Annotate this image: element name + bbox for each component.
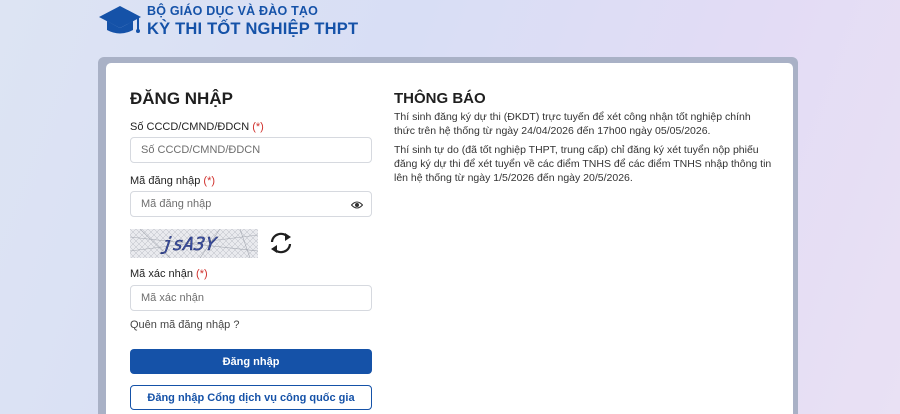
login-title: ĐĂNG NHẬP xyxy=(130,89,233,108)
forgot-password-link[interactable]: Quên mã đăng nhập ? xyxy=(130,319,239,331)
captcha-label: Mã xác nhận (*) xyxy=(130,268,208,280)
id-label: Số CCCD/CMND/ĐDCN (*) xyxy=(130,121,264,133)
refresh-captcha-icon[interactable] xyxy=(268,231,294,255)
main-card: ĐĂNG NHẬP Số CCCD/CMND/ĐDCN (*) Mã đăng … xyxy=(106,63,793,414)
national-portal-login-button[interactable]: Đăng nhập Cổng dịch vụ công quốc gia xyxy=(130,385,372,410)
notice-paragraph-2: Thí sinh tự do (đã tốt nghiệp THPT, trun… xyxy=(394,144,772,184)
required-marker: (*) xyxy=(196,268,208,280)
password-field[interactable] xyxy=(130,191,372,217)
id-field[interactable] xyxy=(130,137,372,163)
captcha-text: jsA3Y xyxy=(160,234,218,255)
notice-title: THÔNG BÁO xyxy=(394,90,486,107)
password-input[interactable] xyxy=(131,192,371,216)
captcha-field[interactable] xyxy=(130,285,372,311)
notice-paragraph-1: Thí sinh đăng ký dự thi (ĐKDT) trực tuyế… xyxy=(394,111,751,137)
site-header: BỘ GIÁO DỤC VÀ ĐÀO TẠO KỲ THI TỐT NGHIỆP… xyxy=(98,2,358,40)
graduation-cap-icon xyxy=(99,6,141,34)
password-label: Mã đăng nhập (*) xyxy=(130,175,216,187)
captcha-input[interactable] xyxy=(131,286,371,310)
id-input[interactable] xyxy=(131,138,371,162)
required-marker: (*) xyxy=(203,175,216,187)
ministry-name: BỘ GIÁO DỤC VÀ ĐÀO TẠO xyxy=(147,4,319,18)
login-button[interactable]: Đăng nhập xyxy=(130,349,372,374)
eye-icon[interactable] xyxy=(351,199,363,211)
exam-name: KỲ THI TỐT NGHIỆP THPT xyxy=(147,19,359,38)
required-marker: (*) xyxy=(252,121,264,133)
captcha-image: jsA3Y xyxy=(130,229,258,258)
